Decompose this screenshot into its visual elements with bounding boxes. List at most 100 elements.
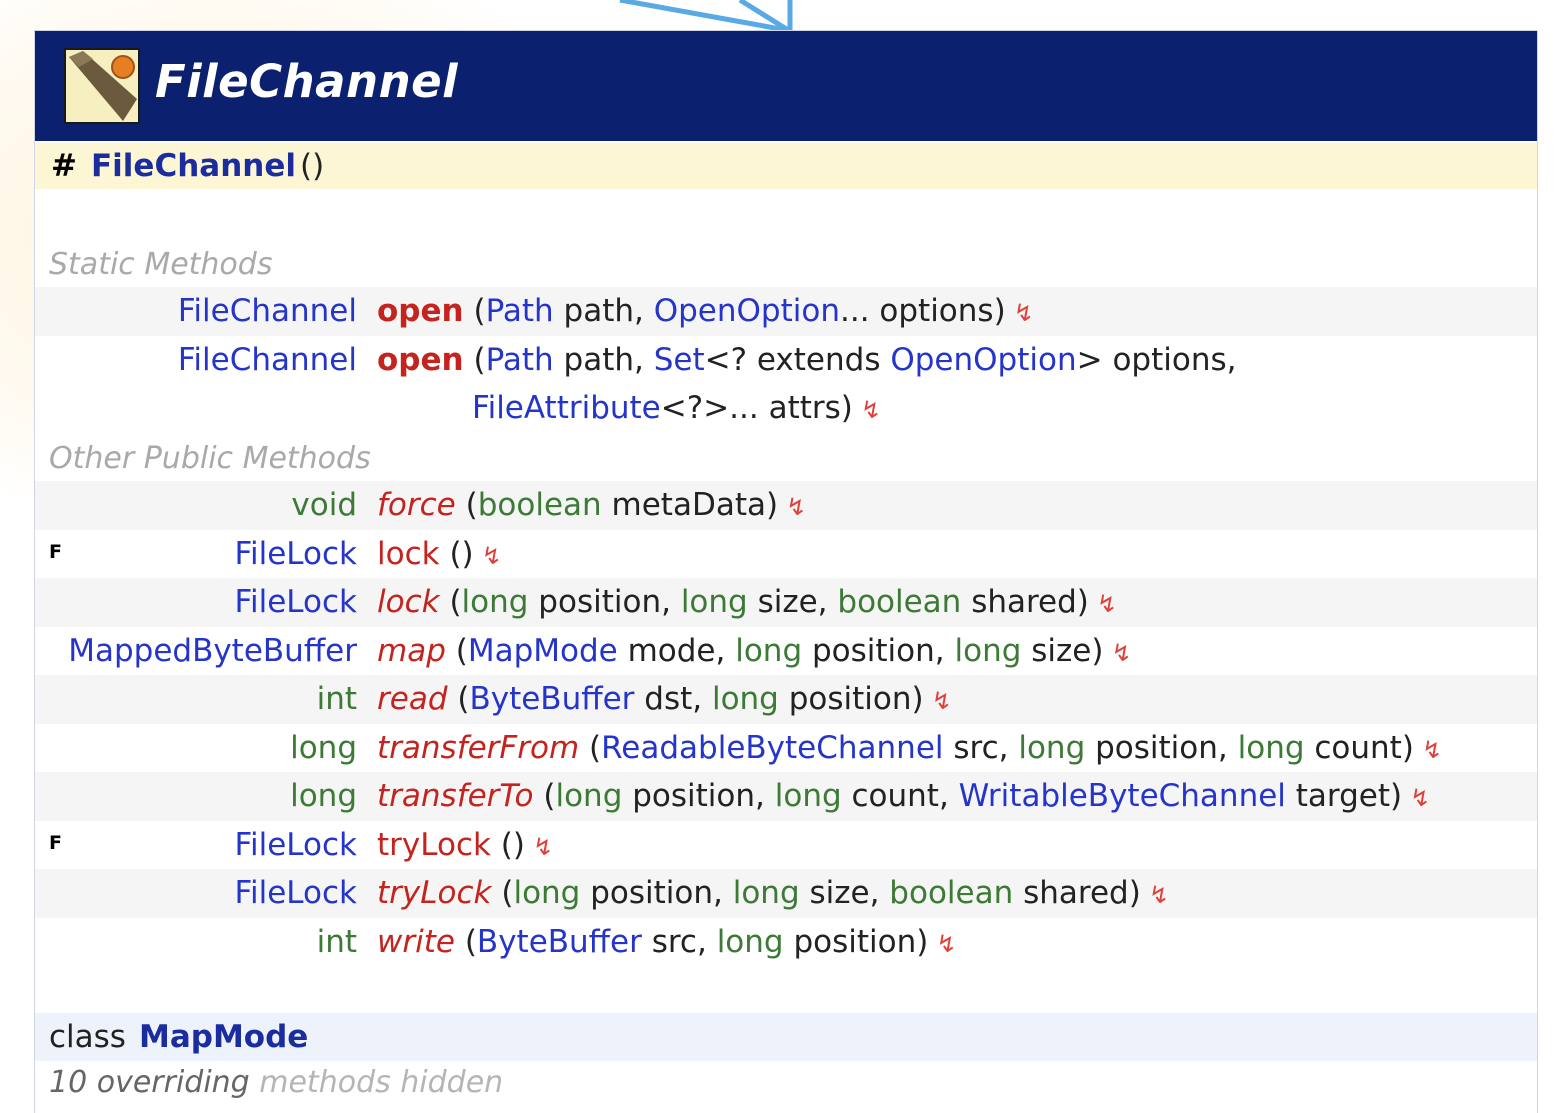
param-type[interactable]: MapMode: [468, 633, 618, 669]
param-type[interactable]: long: [1238, 730, 1305, 766]
param-text: dst,: [634, 681, 712, 717]
method-name[interactable]: tryLock: [377, 827, 491, 863]
class-title-bar[interactable]: FileChannel: [35, 31, 1537, 141]
param-text: (: [501, 875, 514, 911]
param-type[interactable]: WritableByteChannel: [959, 778, 1286, 814]
param-text: count): [1304, 729, 1414, 766]
method-row[interactable]: int read (ByteBuffer dst, long position) ↯: [35, 675, 1537, 724]
return-type[interactable]: FileChannel: [178, 336, 357, 384]
constructor-params: (): [300, 148, 325, 184]
param-text: (: [589, 729, 602, 766]
return-type[interactable]: FileLock: [234, 578, 357, 626]
param-type[interactable]: boolean: [478, 487, 602, 523]
param-text: position): [783, 923, 929, 960]
param-type[interactable]: Path: [486, 342, 554, 378]
param-text: (: [455, 632, 468, 669]
param-type[interactable]: boolean: [889, 875, 1013, 911]
hidden-methods-count: 10 overriding: [49, 1065, 250, 1100]
method-signature: write (ByteBuffer src, long position) ↯: [377, 918, 956, 968]
return-type[interactable]: FileLock: [234, 530, 357, 578]
method-name[interactable]: open: [377, 342, 464, 378]
method-row[interactable]: MappedByteBuffer map (MapMode mode, long …: [35, 627, 1537, 676]
param-type[interactable]: OpenOption: [654, 293, 840, 329]
param-type[interactable]: Set: [654, 342, 705, 378]
param-text: (: [543, 778, 556, 814]
param-type[interactable]: long: [733, 875, 800, 911]
method-row[interactable]: F FileLock tryLock () ↯: [35, 821, 1537, 870]
throws-icon: ↯: [1111, 638, 1132, 667]
return-type: int: [316, 681, 357, 717]
param-type[interactable]: ReadableByteChannel: [601, 730, 943, 766]
param-text: metaData): [601, 487, 779, 523]
param-type[interactable]: long: [735, 633, 802, 669]
param-type[interactable]: boolean: [837, 584, 961, 620]
param-type[interactable]: ByteBuffer: [477, 924, 642, 960]
param-type[interactable]: long: [712, 681, 779, 717]
param-text: (): [449, 535, 474, 572]
param-type[interactable]: FileAttribute: [472, 390, 661, 426]
method-row[interactable]: FileChannel open (Path path, OpenOption..…: [35, 287, 1537, 336]
param-text: position): [778, 681, 924, 717]
param-type[interactable]: long: [462, 584, 529, 620]
param-type[interactable]: long: [513, 875, 580, 911]
method-signature: tryLock (long position, long size, boole…: [377, 869, 1169, 919]
param-text: (: [473, 341, 486, 378]
return-type: int: [316, 923, 357, 960]
constructor-row[interactable]: # FileChannel (): [35, 143, 1537, 189]
param-type[interactable]: long: [1018, 730, 1085, 766]
param-text: src,: [943, 729, 1019, 766]
method-signature: lock () ↯: [377, 530, 502, 580]
param-type[interactable]: long: [775, 778, 842, 814]
method-name[interactable]: force: [377, 487, 456, 523]
final-flag: F: [49, 831, 62, 854]
method-row[interactable]: int write (ByteBuffer src, long position)…: [35, 918, 1537, 967]
section-label-static: Static Methods: [49, 247, 273, 282]
param-text: ... options): [839, 293, 1006, 329]
method-signature: transferTo (long position, long count, W…: [377, 772, 1430, 822]
return-type[interactable]: MappedByteBuffer: [68, 627, 357, 675]
hidden-methods-note[interactable]: 10 overriding methods hidden: [49, 1065, 503, 1100]
method-name[interactable]: write: [377, 924, 455, 960]
param-type[interactable]: long: [954, 633, 1021, 669]
param-type[interactable]: Path: [486, 293, 554, 329]
throws-icon: ↯: [786, 493, 807, 521]
param-text: count,: [841, 778, 959, 814]
method-row[interactable]: FileLock lock (long position, long size, …: [35, 578, 1537, 627]
protected-modifier: #: [51, 148, 77, 184]
method-name[interactable]: lock: [377, 536, 440, 572]
method-signature-continued: FileAttribute<?>... attrs) ↯: [472, 384, 881, 434]
hidden-methods-label: methods hidden: [249, 1065, 504, 1100]
inner-class-row[interactable]: class MapMode: [35, 1013, 1537, 1061]
method-signature: tryLock () ↯: [377, 821, 553, 871]
param-type[interactable]: ByteBuffer: [469, 681, 634, 717]
param-text: position,: [802, 632, 955, 669]
class-card[interactable]: FileChannel # FileChannel () Static Meth…: [34, 30, 1538, 1113]
method-name[interactable]: transferTo: [377, 778, 534, 814]
param-text: target): [1285, 778, 1403, 814]
method-row[interactable]: F FileLock lock () ↯: [35, 530, 1537, 579]
method-row[interactable]: void force (boolean metaData) ↯: [35, 481, 1537, 530]
method-row[interactable]: long transferFrom (ReadableByteChannel sr…: [35, 724, 1537, 773]
return-type[interactable]: FileLock: [234, 869, 357, 917]
return-type[interactable]: FileChannel: [178, 287, 357, 335]
method-name[interactable]: transferFrom: [377, 730, 579, 766]
param-type[interactable]: long: [555, 778, 622, 814]
param-text: (: [473, 293, 486, 329]
param-type[interactable]: long: [717, 924, 784, 960]
method-name[interactable]: lock: [377, 584, 440, 620]
method-name[interactable]: tryLock: [377, 875, 491, 911]
param-type[interactable]: OpenOption: [890, 342, 1076, 378]
param-text: > options,: [1076, 341, 1237, 378]
method-name[interactable]: read: [377, 681, 448, 717]
return-type: void: [291, 487, 357, 523]
method-name[interactable]: open: [377, 293, 464, 329]
param-type[interactable]: long: [681, 584, 748, 620]
throws-icon: ↯: [860, 395, 881, 424]
method-row[interactable]: FileChannel open (Path path, Set<? extend…: [35, 336, 1537, 433]
method-row[interactable]: long transferTo (long position, long coun…: [35, 772, 1537, 821]
return-type[interactable]: FileLock: [234, 821, 357, 869]
method-row[interactable]: FileLock tryLock (long position, long siz…: [35, 869, 1537, 918]
class-title: FileChannel: [155, 55, 459, 108]
method-signature: force (boolean metaData) ↯: [377, 481, 806, 531]
method-name[interactable]: map: [377, 633, 446, 669]
